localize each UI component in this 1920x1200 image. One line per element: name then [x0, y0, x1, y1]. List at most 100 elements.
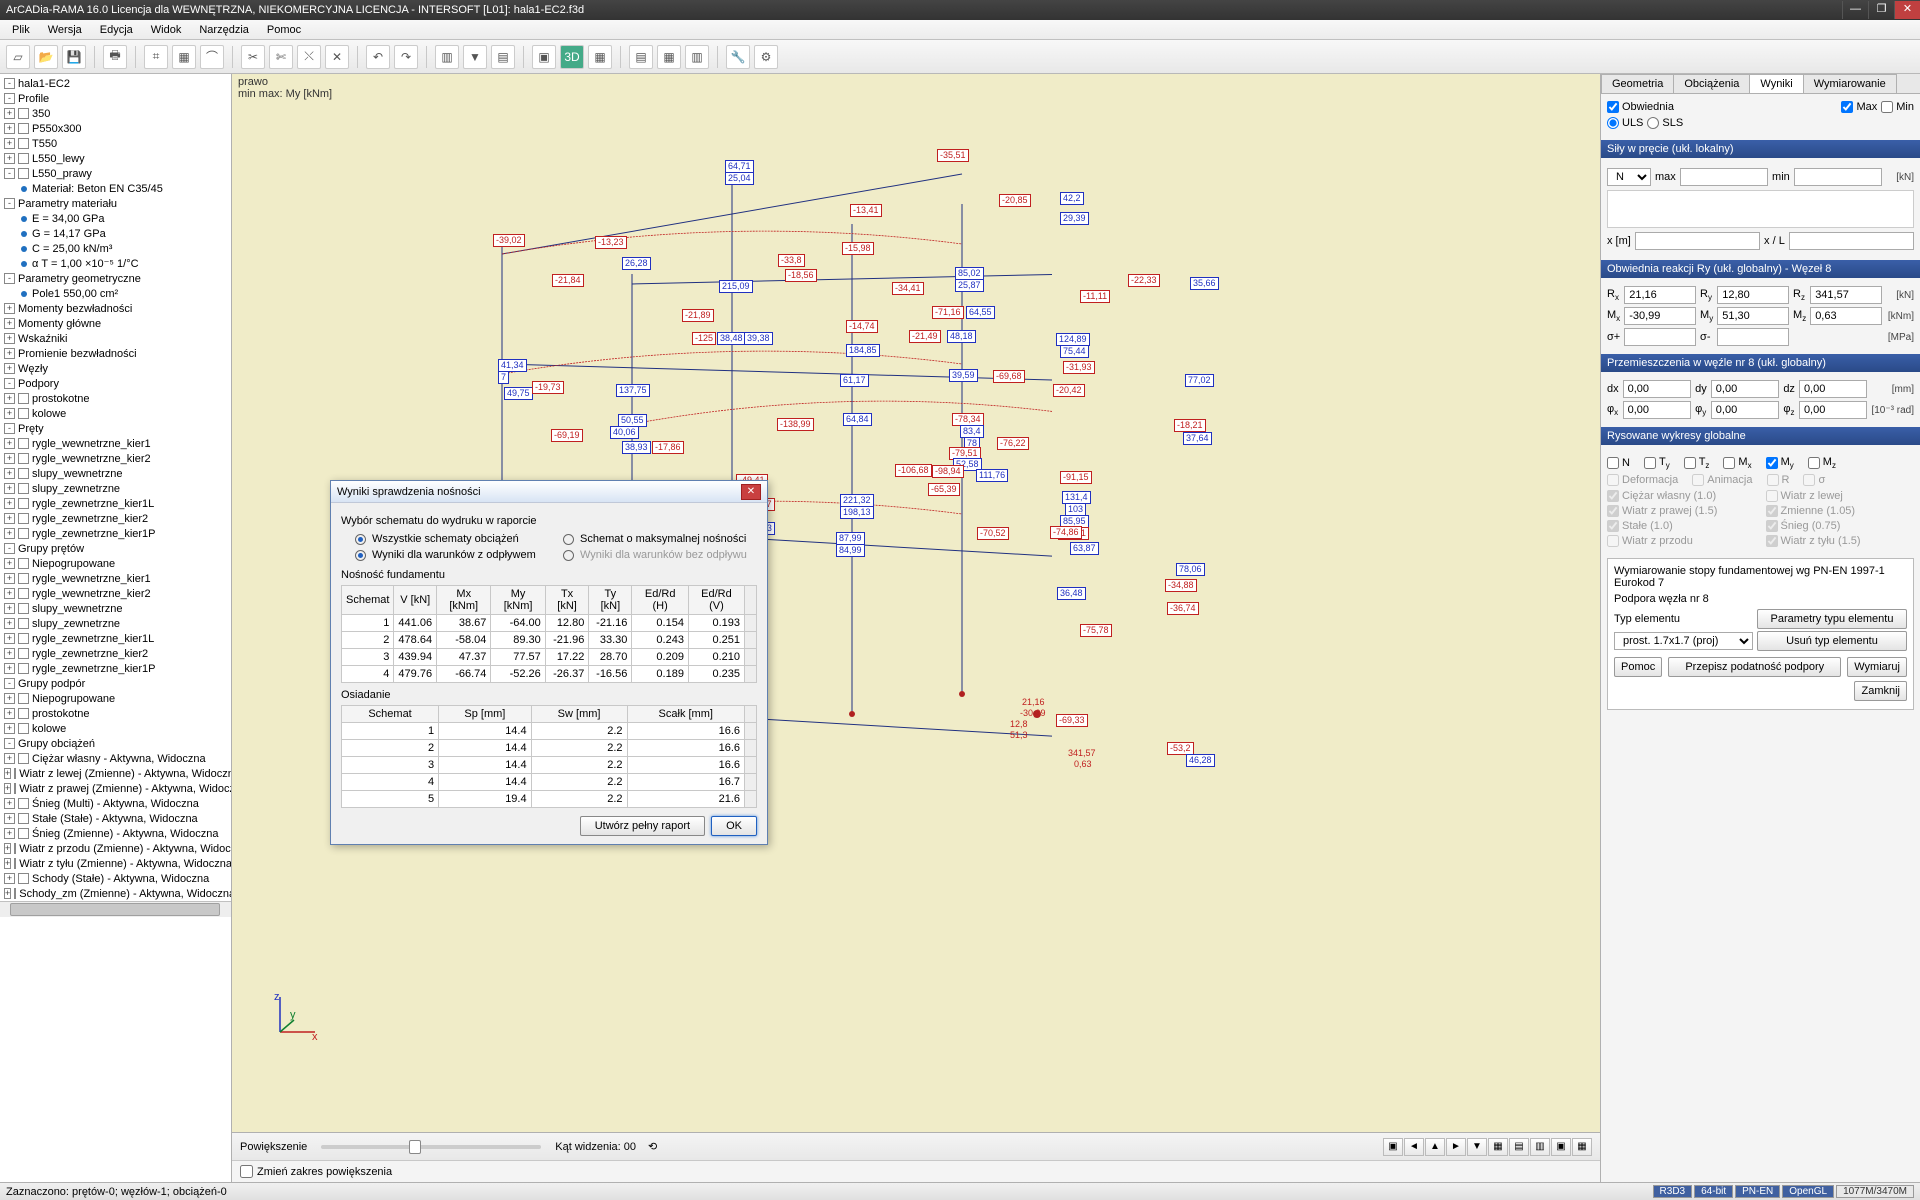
pomoc-btn[interactable]: Pomoc: [1614, 657, 1662, 677]
tree-node[interactable]: +rygle_wewnetrzne_kier1: [0, 571, 231, 586]
tree-node[interactable]: +Momenty główne: [0, 316, 231, 331]
menu-edycja[interactable]: Edycja: [92, 22, 141, 38]
tree-node[interactable]: -Grupy obciążeń: [0, 736, 231, 751]
maximize-button[interactable]: ❐: [1868, 1, 1894, 19]
tree-node[interactable]: +rygle_zewnetrzne_kier1P: [0, 526, 231, 541]
tree-node[interactable]: +Niepogrupowane: [0, 691, 231, 706]
filter-icon[interactable]: ▼: [463, 45, 487, 69]
tree-node[interactable]: +350: [0, 106, 231, 121]
force-select[interactable]: N: [1607, 168, 1651, 186]
dy-input[interactable]: [1711, 380, 1780, 398]
tree-node[interactable]: +rygle_zewnetrzne_kier1L: [0, 496, 231, 511]
diagram-icon[interactable]: ▤: [491, 45, 515, 69]
cut-icon[interactable]: ✂: [241, 45, 265, 69]
tree-node[interactable]: +rygle_zewnetrzne_kier1P: [0, 661, 231, 676]
tree-node[interactable]: -Parametry geometryczne: [0, 271, 231, 286]
force-min[interactable]: [1794, 168, 1882, 186]
zamknij-btn[interactable]: Zamknij: [1854, 681, 1907, 701]
tree-node[interactable]: +Promienie bezwładności: [0, 346, 231, 361]
tab-obciazenia[interactable]: Obciążenia: [1673, 74, 1750, 93]
type-select[interactable]: prost. 1.7x1.7 (proj): [1614, 632, 1753, 650]
Mz-input[interactable]: [1810, 307, 1882, 325]
calc-icon[interactable]: ▤: [629, 45, 653, 69]
tree-node[interactable]: Pole1 550,00 cm²: [0, 286, 231, 301]
przepisz-btn[interactable]: Przepisz podatność podpory: [1668, 657, 1841, 677]
tree-node[interactable]: +Śnieg (Multi) - Aktywna, Widoczna: [0, 796, 231, 811]
minimize-button[interactable]: —: [1842, 1, 1868, 19]
tree-node[interactable]: +Wiatr z przodu (Zmienne) - Aktywna, Wid…: [0, 841, 231, 856]
tab-wymiarowanie[interactable]: Wymiarowanie: [1803, 74, 1897, 93]
tree-node[interactable]: +prostokotne: [0, 391, 231, 406]
tree-node[interactable]: -L550_prawy: [0, 166, 231, 181]
tree-node[interactable]: +slupy_zewnetrzne: [0, 616, 231, 631]
tree-node[interactable]: -Parametry materiału: [0, 196, 231, 211]
zoom-slider[interactable]: [321, 1145, 541, 1149]
tree-pane[interactable]: -hala1-EC2-Profile+350+P550x300+T550+L55…: [0, 74, 232, 1182]
tree-node[interactable]: +Stałe (Stałe) - Aktywna, Widoczna: [0, 811, 231, 826]
param-btn[interactable]: Parametry typu elementu: [1757, 609, 1907, 629]
tree-node[interactable]: -Profile: [0, 91, 231, 106]
radio-max[interactable]: [563, 534, 574, 545]
dx-input[interactable]: [1623, 380, 1692, 398]
new-icon[interactable]: ▱: [6, 45, 30, 69]
tree-node[interactable]: -Podpory: [0, 376, 231, 391]
tree-node[interactable]: +Wiatr z tyłu (Zmienne) - Aktywna, Widoc…: [0, 856, 231, 871]
close-button[interactable]: ✕: [1894, 1, 1920, 19]
tree-node[interactable]: +kolowe: [0, 721, 231, 736]
chk-Tz[interactable]: [1684, 457, 1696, 469]
menu-pomoc[interactable]: Pomoc: [259, 22, 309, 38]
uls-radio[interactable]: [1607, 117, 1619, 129]
tree-node[interactable]: +Schody (Stałe) - Aktywna, Widoczna: [0, 871, 231, 886]
tree-node[interactable]: +T550: [0, 136, 231, 151]
tree-node[interactable]: +rygle_zewnetrzne_kier1L: [0, 631, 231, 646]
dialog-close-icon[interactable]: ✕: [741, 484, 761, 500]
Rz-input[interactable]: [1810, 286, 1882, 304]
tree-node[interactable]: +Wiatr z lewej (Zmienne) - Aktywna, Wido…: [0, 766, 231, 781]
tree-node[interactable]: α T = 1,00 ×10⁻⁵ 1/°C: [0, 256, 231, 271]
open-icon[interactable]: 📂: [34, 45, 58, 69]
ok-btn[interactable]: OK: [711, 816, 757, 836]
view-btn-up[interactable]: ▲: [1425, 1138, 1445, 1156]
menu-wersja[interactable]: Wersja: [40, 22, 90, 38]
tree-node[interactable]: +Wskaźniki: [0, 331, 231, 346]
view-btn-5[interactable]: ▣: [1551, 1138, 1571, 1156]
tree-node[interactable]: +Śnieg (Zmienne) - Aktywna, Widoczna: [0, 826, 231, 841]
min-check[interactable]: [1881, 101, 1893, 113]
tree-node[interactable]: -hala1-EC2: [0, 76, 231, 91]
results-icon[interactable]: ▥: [435, 45, 459, 69]
tree-node[interactable]: E = 34,00 GPa: [0, 211, 231, 226]
tree-node[interactable]: +slupy_wewnetrzne: [0, 601, 231, 616]
tree-node[interactable]: +rygle_wewnetrzne_kier2: [0, 586, 231, 601]
view-btn-right[interactable]: ►: [1446, 1138, 1466, 1156]
max-check[interactable]: [1841, 101, 1853, 113]
scissors-icon[interactable]: ✄: [269, 45, 293, 69]
view-btn-1[interactable]: ▣: [1383, 1138, 1403, 1156]
calc2-icon[interactable]: ▦: [657, 45, 681, 69]
redo-icon[interactable]: ↷: [394, 45, 418, 69]
view-btn-3[interactable]: ▤: [1509, 1138, 1529, 1156]
settings-icon[interactable]: 🔧: [726, 45, 750, 69]
change-range-checkbox[interactable]: [240, 1165, 253, 1178]
fz-input[interactable]: [1799, 401, 1868, 419]
dz-input[interactable]: [1799, 380, 1868, 398]
view-btn-left[interactable]: ◄: [1404, 1138, 1424, 1156]
tree-node[interactable]: +rygle_wewnetrzne_kier2: [0, 451, 231, 466]
fx-input[interactable]: [1623, 401, 1692, 419]
tree-node[interactable]: -Grupy prętów: [0, 541, 231, 556]
structure-icon[interactable]: ⌗: [144, 45, 168, 69]
chk-My[interactable]: [1766, 457, 1778, 469]
report-btn[interactable]: Utwórz pełny raport: [580, 816, 705, 836]
wymiaruj-btn[interactable]: Wymiaruj: [1847, 657, 1907, 677]
x-l-input[interactable]: [1789, 232, 1914, 250]
tree-node[interactable]: +L550_lewy: [0, 151, 231, 166]
grid-icon[interactable]: 3D: [560, 45, 584, 69]
obwiednia-check[interactable]: [1607, 101, 1619, 113]
menu-plik[interactable]: Plik: [4, 22, 38, 38]
save-icon[interactable]: 💾: [62, 45, 86, 69]
My-input[interactable]: [1717, 307, 1789, 325]
tree-node[interactable]: +slupy_zewnetrzne: [0, 481, 231, 496]
tree-hscroll[interactable]: [0, 901, 231, 917]
divide-icon[interactable]: ⤬: [297, 45, 321, 69]
tree-node[interactable]: +P550x300: [0, 121, 231, 136]
view-btn-4[interactable]: ▥: [1530, 1138, 1550, 1156]
